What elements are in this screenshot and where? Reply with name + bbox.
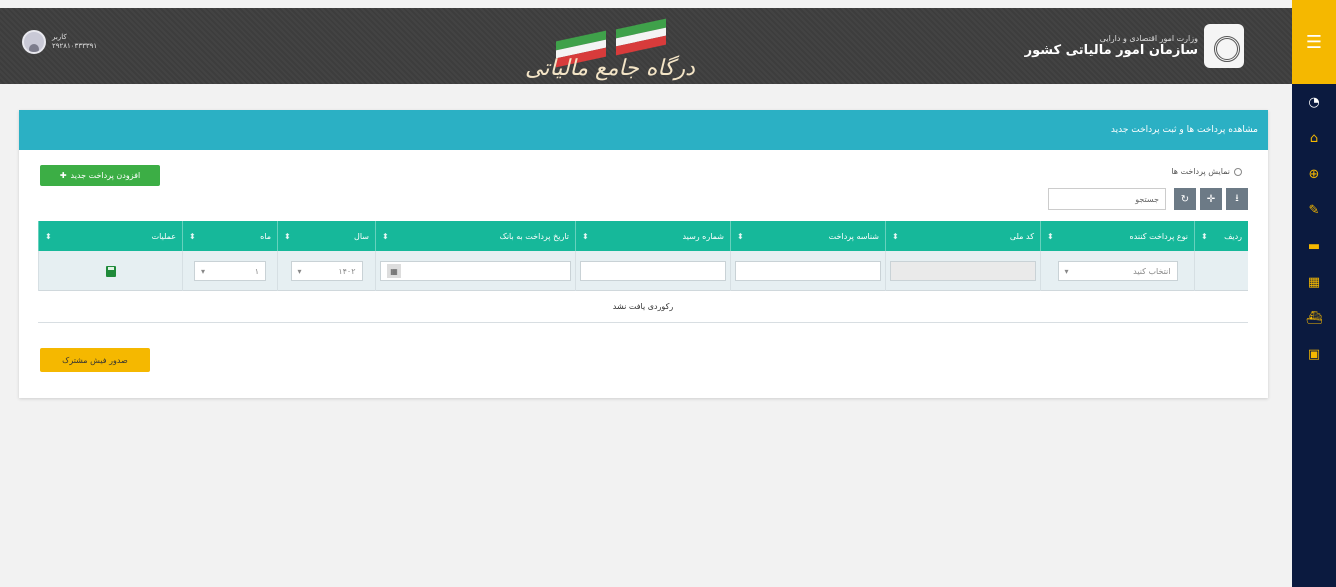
bank-date-cell: ▦ (375, 251, 575, 291)
payment-id-input[interactable] (735, 261, 881, 281)
user-name: کاربر (52, 33, 67, 41)
org-ministry: وزارت امور اقتصادی و دارایی (1099, 34, 1198, 43)
tax-icon[interactable]: ▣ (1292, 336, 1336, 372)
sort-icon: ⬍ (582, 231, 589, 241)
plus-icon: ✚ (59, 171, 67, 180)
dashboard-icon[interactable]: ◔ (1292, 84, 1336, 120)
home-icon[interactable]: ⌂ (1292, 120, 1336, 156)
org-name: سازمان امور مالیاتی کشور (1024, 43, 1198, 58)
site-title: درگاه جامع مالیاتی (525, 56, 696, 81)
national-code-cell (885, 251, 1040, 291)
year-cell: ۱۴۰۲ ▾ (277, 251, 375, 291)
national-code-input (890, 261, 1036, 281)
sort-icon: ⬍ (737, 231, 744, 241)
table-header: ردیف ⬍ نوع پرداخت کننده ⬍ کد ملی ⬍ شناسه پر… (38, 221, 1248, 251)
chevron-down-icon: ▾ (297, 266, 302, 276)
search-input[interactable]: جستجو (1048, 188, 1166, 210)
site-logo: درگاه جامع مالیاتی (500, 18, 720, 92)
new-payment-row: انتخاب کنید ▾ ▦ ۱۴۰۲ ▾ ۱ ▾ (38, 251, 1248, 291)
sort-icon: ⬍ (1047, 231, 1054, 241)
ship-icon[interactable]: ⛴ (1292, 300, 1336, 336)
issue-joint-receipt-button[interactable]: صدور فیش مشترک (40, 348, 150, 372)
sort-icon: ⬍ (382, 231, 389, 241)
show-payments-radio[interactable]: نمایش پرداخت ها (1171, 167, 1242, 176)
col-actions[interactable]: عملیات ⬍ (38, 221, 182, 251)
chevron-down-icon: ▾ (1064, 266, 1069, 276)
hamburger-icon[interactable]: ☰ (1292, 0, 1336, 84)
add-icon[interactable]: ✛ (1200, 188, 1222, 210)
payments-table: ردیف ⬍ نوع پرداخت کننده ⬍ کد ملی ⬍ شناسه پر… (38, 221, 1248, 323)
empty-message: رکوردی یافت نشد (38, 291, 1248, 323)
receipt-number-cell (575, 251, 730, 291)
payer-type-cell: انتخاب کنید ▾ (1040, 251, 1194, 291)
col-receipt-number[interactable]: شماره رسید ⬍ (575, 221, 730, 251)
add-payment-button[interactable]: ✚ افزودن پرداخت جدید (40, 165, 160, 186)
radio-icon[interactable] (1234, 167, 1242, 176)
add-payment-label: افزودن پرداخت جدید (70, 171, 141, 180)
row-number-cell (1194, 251, 1248, 291)
sort-icon: ⬍ (892, 231, 899, 241)
month-select[interactable]: ۱ ▾ (194, 261, 266, 281)
top-banner: کاربر ۲۹۲۸۱۰۳۳۳۳۹۱ درگاه جامع مالیاتی وز… (0, 8, 1292, 84)
receipt-number-input[interactable] (580, 261, 726, 281)
calendar-icon[interactable]: ▦ (387, 264, 401, 278)
col-payment-id[interactable]: شناسه پرداخت ⬍ (730, 221, 885, 251)
edit-icon[interactable]: ✎ (1292, 192, 1336, 228)
card-icon[interactable]: ▬ (1292, 228, 1336, 264)
col-payer-type[interactable]: نوع پرداخت کننده ⬍ (1040, 221, 1194, 251)
user-info[interactable]: کاربر ۲۹۲۸۱۰۳۳۳۳۹۱ (22, 30, 97, 54)
sort-icon: ⬍ (45, 231, 52, 241)
payment-id-cell (730, 251, 885, 291)
payer-type-select[interactable]: انتخاب کنید ▾ (1057, 261, 1178, 281)
sort-icon: ⬍ (189, 231, 196, 241)
card-title: مشاهده پرداخت ها و ثبت پرداخت جدید (19, 110, 1268, 150)
user-id: ۲۹۲۸۱۰۳۳۳۳۹۱ (52, 42, 98, 50)
org-logo: وزارت امور اقتصادی و دارایی سازمان امور … (1025, 24, 1244, 68)
save-icon[interactable] (105, 265, 116, 277)
chevron-down-icon: ▾ (201, 266, 206, 276)
radio-label: نمایش پرداخت ها (1171, 167, 1230, 176)
bank-date-input[interactable]: ▦ (380, 261, 571, 281)
payments-card: مشاهده پرداخت ها و ثبت پرداخت جدید ✚ افز… (19, 110, 1268, 398)
col-row[interactable]: ردیف ⬍ (1194, 221, 1248, 251)
building-icon[interactable]: ▦ (1292, 264, 1336, 300)
org-emblem-icon (1204, 24, 1244, 68)
year-select[interactable]: ۱۴۰۲ ▾ (290, 261, 363, 281)
refresh-icon[interactable]: ↻ (1174, 188, 1196, 210)
col-bank-date[interactable]: تاریخ پرداخت به بانک ⬍ (375, 221, 575, 251)
sidebar: ☰ ◔ ⌂ ⊕ ✎ ▬ ▦ ⛴ ▣ (1292, 0, 1336, 587)
user-avatar (22, 30, 46, 54)
col-month[interactable]: ماه ⬍ (182, 221, 277, 251)
col-year[interactable]: سال ⬍ (277, 221, 375, 251)
sort-icon: ⬍ (284, 231, 291, 241)
search-icon[interactable]: ⊕ (1292, 156, 1336, 192)
actions-cell (38, 251, 182, 291)
month-cell: ۱ ▾ (182, 251, 277, 291)
table-toolbar: جستجو ↻ ✛ ⭳ (1048, 188, 1248, 210)
download-icon[interactable]: ⭳ (1226, 188, 1248, 210)
col-national-code[interactable]: کد ملی ⬍ (885, 221, 1040, 251)
sort-icon: ⬍ (1201, 231, 1208, 241)
